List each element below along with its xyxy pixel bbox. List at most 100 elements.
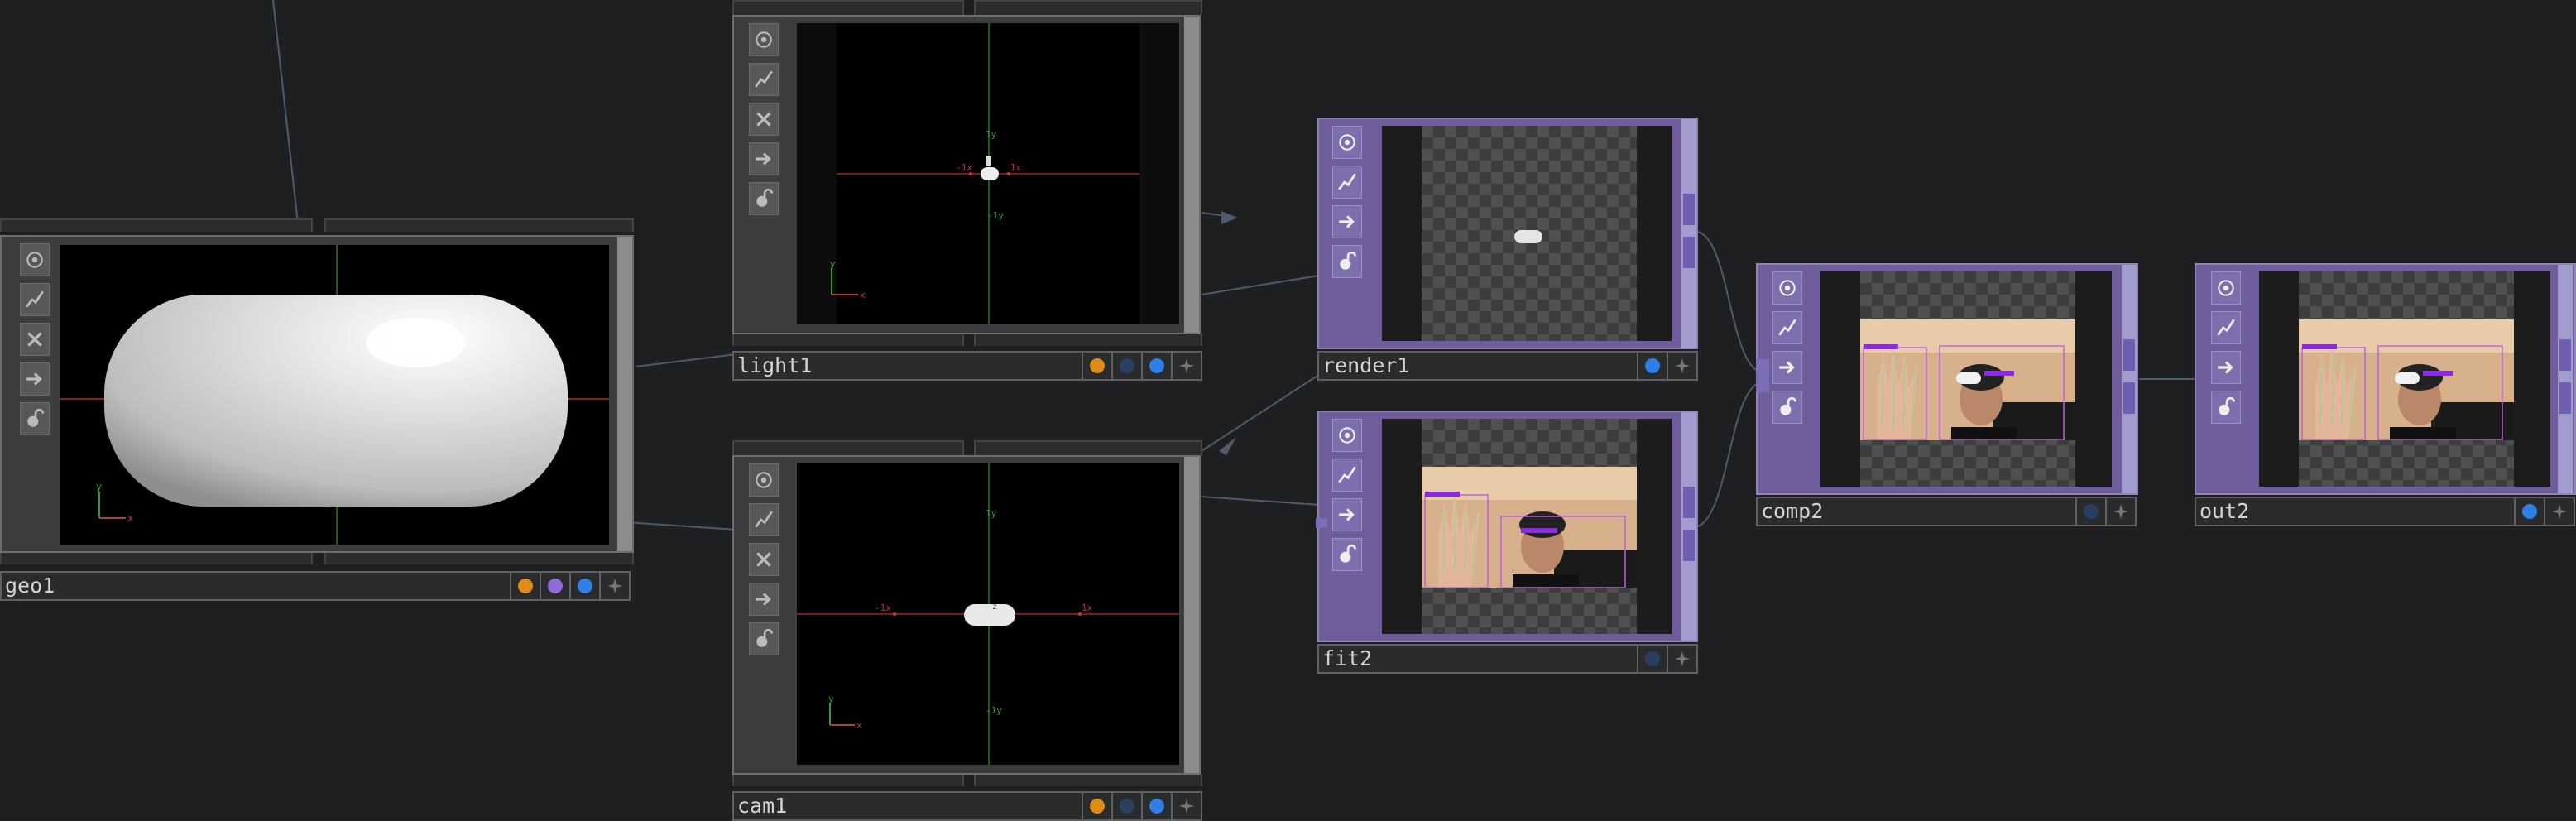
cook-flag-icon[interactable] xyxy=(1143,351,1173,381)
node-resize-handle[interactable] xyxy=(617,237,632,551)
light-viewer[interactable]: -1x 1x 1y -1y y x xyxy=(797,23,1179,324)
render-viewer[interactable] xyxy=(1382,126,1672,341)
render-flag-icon[interactable] xyxy=(1113,791,1143,821)
node-name[interactable]: cam1 xyxy=(732,791,1083,821)
viewer-active-icon[interactable] xyxy=(1332,126,1362,159)
export-arrow-icon[interactable] xyxy=(1332,498,1362,531)
node-resize-handle[interactable] xyxy=(1184,17,1199,333)
export-arrow-icon[interactable] xyxy=(1332,205,1362,238)
display-flag-icon[interactable] xyxy=(1083,351,1113,381)
node-sidebar xyxy=(1331,119,1364,348)
bypass-icon[interactable] xyxy=(1332,166,1362,199)
pos-y-label: 1y xyxy=(986,129,997,140)
webcam-frame-image xyxy=(1422,467,1637,588)
output-connector[interactable] xyxy=(1683,194,1695,225)
viewer-active-icon[interactable] xyxy=(1772,271,1802,305)
node-label-bar: cam1 xyxy=(732,791,1202,821)
bypass-icon[interactable] xyxy=(20,283,50,316)
node-name[interactable]: out2 xyxy=(2195,497,2516,526)
comp-viewer[interactable] xyxy=(1820,271,2112,487)
lock-icon[interactable] xyxy=(2211,391,2241,424)
fit-viewer[interactable] xyxy=(1382,419,1672,634)
geometry-viewer[interactable]: y x xyxy=(60,245,609,545)
bypass-icon[interactable] xyxy=(2211,311,2241,344)
pin-icon[interactable] xyxy=(1668,644,1698,674)
viewer-active-icon[interactable] xyxy=(2211,271,2241,305)
cook-flag-icon[interactable] xyxy=(1638,351,1668,381)
node-name[interactable]: light1 xyxy=(732,351,1083,381)
axis-x-label: x xyxy=(127,512,133,524)
pin-icon[interactable] xyxy=(1668,351,1698,381)
lock-icon[interactable] xyxy=(1332,538,1362,571)
cook-flag-icon[interactable] xyxy=(571,571,601,601)
out-viewer[interactable] xyxy=(2259,271,2550,487)
bypass-icon[interactable] xyxy=(1772,311,1802,344)
output-connector[interactable] xyxy=(1683,487,1695,518)
wire-arrow-icon xyxy=(1219,437,1236,455)
output-connector[interactable] xyxy=(1683,530,1695,561)
cook-flag-icon[interactable] xyxy=(2077,497,2107,526)
bypass-icon[interactable] xyxy=(749,503,779,536)
export-arrow-icon[interactable] xyxy=(749,583,779,616)
node-top-tab xyxy=(0,218,313,232)
viewer-active-icon[interactable] xyxy=(20,243,50,276)
viewer-active-icon[interactable] xyxy=(749,463,779,497)
bypass-icon[interactable] xyxy=(749,63,779,96)
cook-flag-icon[interactable] xyxy=(1143,791,1173,821)
output-connector[interactable] xyxy=(2123,339,2135,371)
display-flag-icon[interactable] xyxy=(511,571,541,601)
output-connector[interactable] xyxy=(1683,237,1695,268)
node-resize-handle[interactable] xyxy=(1681,412,1696,641)
node-label-bar: fit2 xyxy=(1317,644,1698,674)
output-connector[interactable] xyxy=(2123,382,2135,414)
input-connector[interactable] xyxy=(1316,518,1327,528)
node-sidebar xyxy=(747,17,780,333)
display-flag-icon[interactable] xyxy=(1083,791,1113,821)
node-top-tab xyxy=(732,0,964,15)
output-connector[interactable] xyxy=(2559,382,2571,414)
export-arrow-icon[interactable] xyxy=(2211,351,2241,384)
pos-x-label: 1x xyxy=(1010,162,1022,173)
pos-x-label: 1x xyxy=(1082,603,1093,613)
lock-icon[interactable] xyxy=(749,182,779,215)
node-name[interactable]: comp2 xyxy=(1756,497,2077,526)
node-resize-handle[interactable] xyxy=(1184,457,1199,773)
pin-icon[interactable] xyxy=(1173,791,1202,821)
close-icon[interactable] xyxy=(749,103,779,136)
output-connector[interactable] xyxy=(2559,339,2571,371)
cook-flag-icon[interactable] xyxy=(1638,644,1668,674)
node-name[interactable]: render1 xyxy=(1317,351,1638,381)
lock-icon[interactable] xyxy=(749,622,779,655)
neg-y-label: -1y xyxy=(987,210,1004,221)
pin-icon[interactable] xyxy=(2107,497,2137,526)
render-flag-icon[interactable] xyxy=(1113,351,1143,381)
close-icon[interactable] xyxy=(749,543,779,576)
node-resize-handle[interactable] xyxy=(1681,119,1696,348)
node-bottom-tab xyxy=(324,553,634,564)
viewer-active-icon[interactable] xyxy=(749,23,779,56)
node-frame: y x xyxy=(0,235,634,553)
pin-icon[interactable] xyxy=(2545,497,2575,526)
export-arrow-icon[interactable] xyxy=(749,142,779,175)
export-arrow-icon[interactable] xyxy=(1772,351,1802,384)
node-frame: -1x 1x 1y -1y y x xyxy=(732,15,1201,334)
viewer-active-icon[interactable] xyxy=(1332,419,1362,452)
node-resize-handle[interactable] xyxy=(2122,265,2137,493)
node-name[interactable]: fit2 xyxy=(1317,644,1638,674)
render-flag-icon[interactable] xyxy=(541,571,571,601)
export-arrow-icon[interactable] xyxy=(20,362,50,396)
cook-flag-icon[interactable] xyxy=(2516,497,2545,526)
bypass-icon[interactable] xyxy=(1332,459,1362,492)
node-frame xyxy=(1316,410,1698,642)
pin-icon[interactable] xyxy=(1173,351,1202,381)
node-name[interactable]: geo1 xyxy=(0,571,511,601)
lock-icon[interactable] xyxy=(20,402,50,435)
lock-icon[interactable] xyxy=(1772,391,1802,424)
node-label-bar: out2 xyxy=(2195,497,2575,526)
lock-icon[interactable] xyxy=(1332,245,1362,278)
input-connector[interactable] xyxy=(1756,359,1769,392)
camera-viewer[interactable]: -1x 1x z 1y -1y y x xyxy=(797,463,1179,765)
node-resize-handle[interactable] xyxy=(2558,265,2573,493)
close-icon[interactable] xyxy=(20,323,50,356)
pin-icon[interactable] xyxy=(601,571,631,601)
